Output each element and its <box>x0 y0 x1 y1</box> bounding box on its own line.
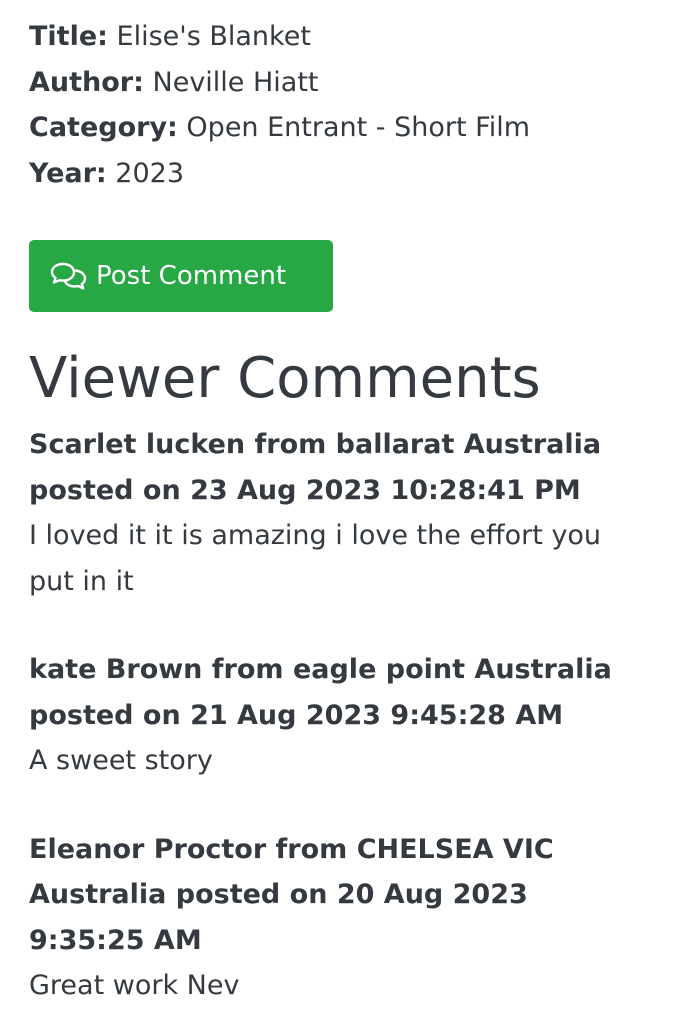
year-label: Year: <box>29 157 107 189</box>
comment-item: kate Brown from eagle point Australia po… <box>29 647 649 784</box>
comment-text: Great work Nev <box>29 970 240 1001</box>
post-comment-button[interactable]: Post Comment <box>29 240 333 312</box>
comment-text: I loved it it is amazing i love the effo… <box>29 520 602 597</box>
category-label: Category: <box>29 112 178 143</box>
author-row: Author: Neville Hiatt <box>29 60 649 106</box>
title-row: Title: Elise's Blanket <box>29 14 649 60</box>
title-value: Elise's Blanket <box>107 21 311 52</box>
category-value: Open Entrant - Short Film <box>177 112 531 143</box>
comments-icon <box>50 261 88 291</box>
comment-header: kate Brown from eagle point Australia po… <box>29 654 612 731</box>
comment-header: Eleanor Proctor from CHELSEA VIC Austral… <box>29 833 554 956</box>
year-row: Year: 2023 <box>29 151 649 197</box>
film-details-page: Title: Elise's Blanket Author: Neville H… <box>29 14 649 1009</box>
comment-header: Scarlet lucken from ballarat Australia p… <box>29 429 602 506</box>
comment-list: Scarlet lucken from ballarat Australia p… <box>29 422 649 1009</box>
year-value: 2023 <box>106 157 185 189</box>
viewer-comments-heading: Viewer Comments <box>29 346 541 411</box>
film-details: Title: Elise's Blanket Author: Neville H… <box>29 14 649 196</box>
author-label: Author: <box>29 66 144 98</box>
title-label: Title: <box>29 21 108 52</box>
author-value: Neville Hiatt <box>143 66 319 98</box>
comment-text: A sweet story <box>29 745 213 776</box>
comment-item: Eleanor Proctor from CHELSEA VIC Austral… <box>29 827 649 1009</box>
comment-item: Scarlet lucken from ballarat Australia p… <box>29 422 649 604</box>
category-row: Category: Open Entrant - Short Film <box>29 105 649 151</box>
post-comment-label: Post Comment <box>96 261 287 291</box>
